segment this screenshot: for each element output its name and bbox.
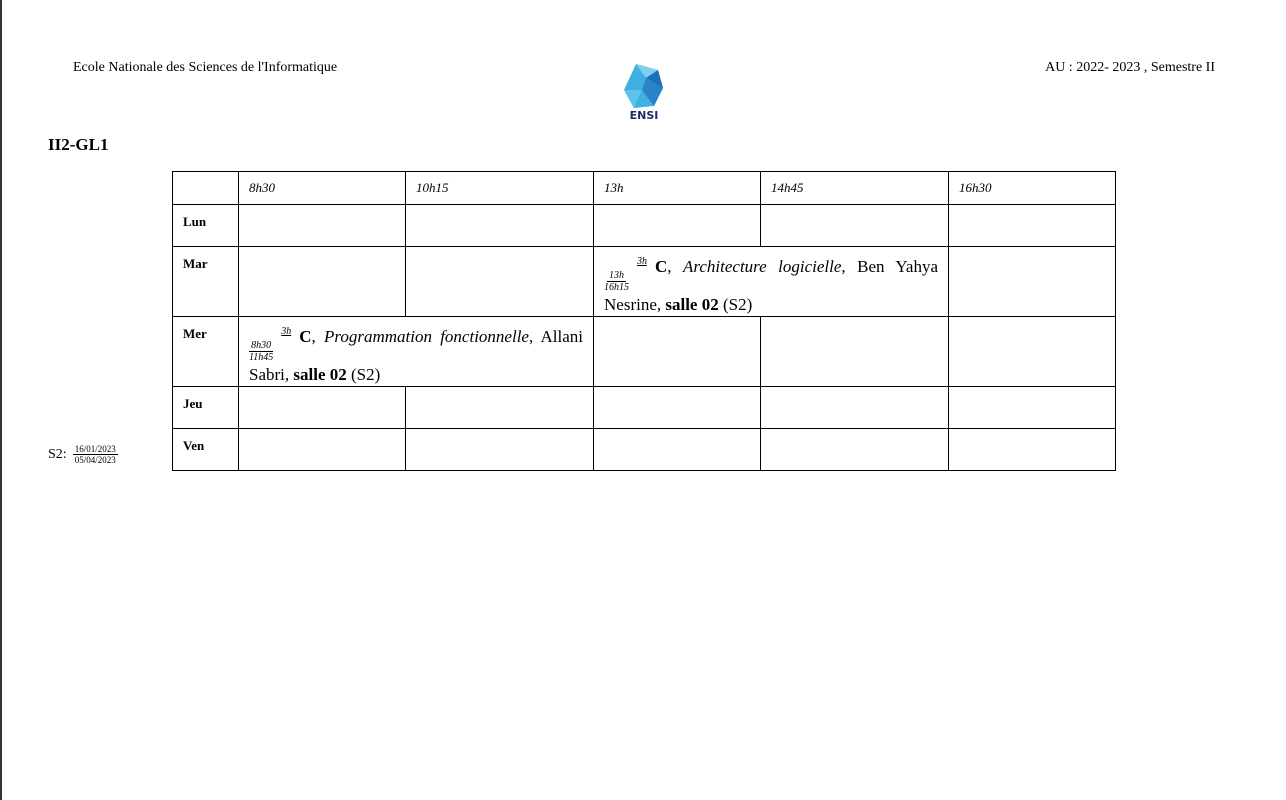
day-label: Mer [172,316,239,387]
time-header: 13h [604,180,624,195]
day-label: Lun [172,204,239,247]
day-label: Jeu [172,386,239,429]
school-name: Ecole Nationale des Sciences de l'Inform… [73,60,338,75]
time-header: 8h30 [249,180,275,195]
page-title: II2-GL1 [48,135,109,154]
timetable: 8h30 10h15 13h 14h45 16h30 Lun Mar 13h 16… [172,171,1116,471]
corner-cell [172,171,239,205]
semester-dates: S2: 16/01/2023 05/04/2023 [48,444,118,465]
table-row: Ven [172,428,1116,471]
course-cell[interactable]: 13h 16h15 3h C, Architecture logicielle, Be… [593,246,949,317]
svg-text:ENSI: ENSI [630,109,659,122]
day-label: Ven [172,428,239,471]
academic-year: AU : 2022- 2023 , Semestre II [1045,60,1215,75]
window-edge [0,0,2,800]
course-cell[interactable]: 8h30 11h45 3h C, Programmation fonctionnell… [238,316,594,387]
table-row: Jeu [172,386,1116,429]
time-range: 8h30 11h45 [249,340,274,363]
ensi-logo: ENSI [620,60,668,122]
table-row: Lun [172,204,1116,247]
time-header: 16h30 [959,180,992,195]
time-header: 10h15 [416,180,449,195]
header-row: 8h30 10h15 13h 14h45 16h30 [172,171,1116,205]
table-row: Mar 13h 16h15 3h C, Architecture logicielle… [172,246,1116,317]
time-header: 14h45 [771,180,804,195]
time-range: 13h 16h15 [604,270,629,293]
day-label: Mar [172,246,239,317]
table-row: Mer 8h30 11h45 3h C, Programmation fonction… [172,316,1116,387]
